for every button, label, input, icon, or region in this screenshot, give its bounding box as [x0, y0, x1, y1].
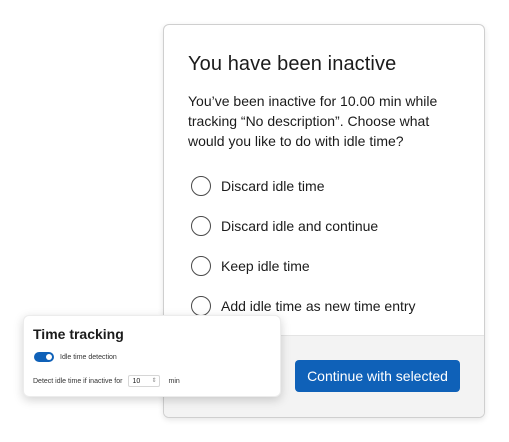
detect-idle-row: Detect idle time if inactive for 10 ⇕ mi… [33, 375, 180, 387]
option-keep-idle[interactable]: Keep idle time [191, 246, 416, 286]
minutes-unit-label: min [168, 377, 180, 385]
spinner-arrows-icon[interactable]: ⇕ [151, 378, 156, 384]
card-title: Time tracking [33, 326, 124, 342]
idle-minutes-stepper[interactable]: 10 ⇕ [128, 375, 161, 387]
radio-button[interactable] [191, 256, 211, 276]
option-discard-idle[interactable]: Discard idle time [191, 166, 416, 206]
idle-minutes-value: 10 [132, 377, 141, 385]
idle-detection-row: Idle time detection [34, 352, 117, 362]
radio-button[interactable] [191, 216, 211, 236]
idle-detection-toggle[interactable] [34, 352, 54, 362]
option-discard-and-continue[interactable]: Discard idle and continue [191, 206, 416, 246]
idle-detection-label: Idle time detection [60, 353, 117, 361]
dialog-message: You’ve been inactive for 10.00 min while… [188, 93, 438, 149]
continue-with-selected-button[interactable]: Continue with selected [295, 360, 460, 392]
option-label: Discard idle time [221, 178, 325, 194]
time-tracking-settings-card: Time tracking Idle time detection Detect… [23, 315, 281, 397]
dialog-title: You have been inactive [188, 53, 397, 75]
detect-idle-label: Detect idle time if inactive for [33, 377, 123, 385]
option-label: Keep idle time [221, 258, 310, 274]
stage: You have been inactive You’ve been inact… [0, 0, 509, 442]
idle-options-radio-group: Discard idle time Discard idle and conti… [191, 166, 416, 326]
radio-button[interactable] [191, 296, 211, 316]
option-label: Discard idle and continue [221, 218, 379, 234]
toggle-knob [46, 354, 52, 360]
option-label: Add idle time as new time entry [221, 298, 416, 314]
radio-button[interactable] [191, 176, 211, 196]
